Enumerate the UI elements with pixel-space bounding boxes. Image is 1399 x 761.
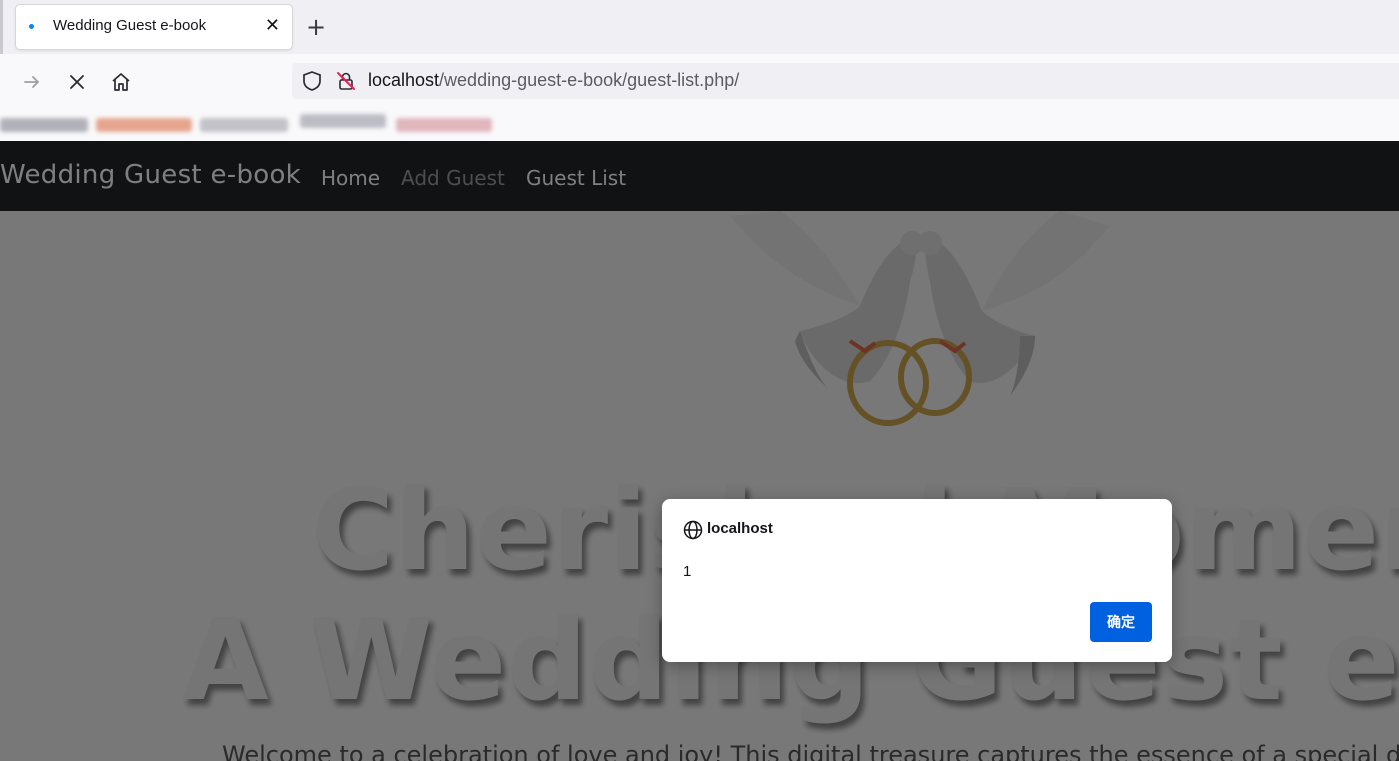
address-bar[interactable]: localhost/wedding-guest-e-book/guest-lis… [292, 63, 1399, 99]
tab-strip: Wedding Guest e-book ✕ + [0, 0, 1399, 54]
ok-button[interactable]: 确定 [1090, 602, 1152, 642]
url-path: /wedding-guest-e-book/guest-list.php/ [439, 70, 740, 90]
forward-arrow-icon [24, 76, 39, 88]
modal-backdrop [0, 141, 1399, 761]
url-text[interactable]: localhost/wedding-guest-e-book/guest-lis… [368, 70, 739, 91]
bookmark-item-blurred[interactable] [200, 118, 288, 132]
bookmarks-toolbar [0, 108, 1399, 142]
loading-dot-icon [29, 24, 34, 29]
tracking-shield-icon[interactable] [301, 70, 323, 92]
bookmark-item-blurred[interactable] [300, 114, 386, 128]
new-tab-button[interactable]: + [306, 12, 326, 42]
dialog-message: 1 [683, 563, 692, 580]
globe-icon [683, 520, 703, 540]
url-host: localhost [368, 70, 440, 90]
alert-dialog: localhost 1 确定 [662, 499, 1172, 662]
bookmark-item-blurred[interactable] [96, 118, 192, 132]
browser-tab[interactable]: Wedding Guest e-book ✕ [16, 5, 292, 49]
home-button[interactable] [107, 68, 135, 96]
stop-loading-icon [70, 75, 84, 89]
insecure-lock-icon[interactable] [335, 70, 357, 92]
tab-title: Wedding Guest e-book [53, 17, 207, 34]
bookmark-item-blurred[interactable] [0, 118, 88, 132]
stop-button[interactable] [63, 68, 91, 96]
home-icon [112, 73, 130, 91]
window-edge [0, 0, 3, 54]
bookmark-item-blurred[interactable] [396, 118, 492, 132]
tab-close-icon[interactable]: ✕ [265, 15, 280, 36]
dialog-origin: localhost [707, 520, 773, 537]
forward-button[interactable] [18, 68, 46, 96]
